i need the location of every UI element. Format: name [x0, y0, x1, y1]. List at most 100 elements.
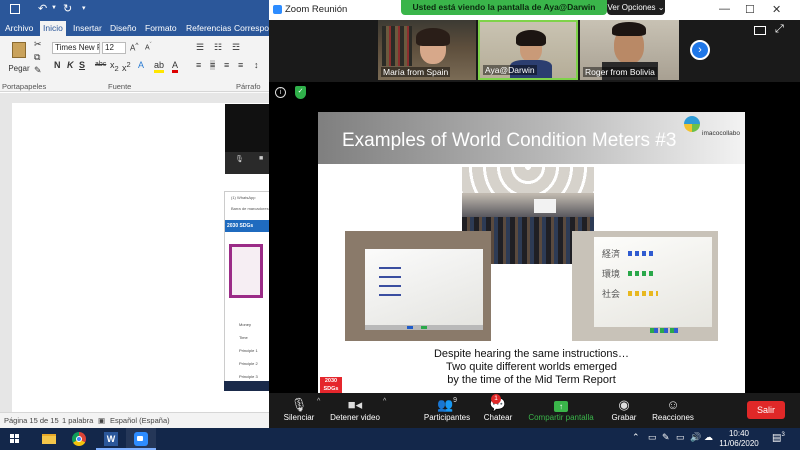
stop-video-button[interactable]: ■◂ Detener video	[329, 393, 381, 428]
video-tile-aya[interactable]: Aya@Darwin	[478, 20, 578, 80]
cut-icon[interactable]: ✂	[34, 39, 42, 50]
system-clock[interactable]: 10:40 11/06/2020	[716, 429, 762, 449]
fullscreen-icon[interactable]: ⤢	[775, 23, 784, 36]
next-page-button[interactable]: ›	[690, 40, 710, 60]
leave-button[interactable]: Salir	[747, 401, 785, 419]
italic-button[interactable]: K	[67, 60, 74, 70]
battery-icon[interactable]: ▭	[676, 432, 685, 443]
caption-line-1: Despite hearing the same instructions…	[433, 348, 630, 360]
onedrive-icon[interactable]: ☁	[704, 432, 713, 443]
share-banner: Usted está viendo la pantalla de Aya@Dar…	[401, 0, 607, 15]
word-count[interactable]: 1 palabra	[62, 416, 93, 425]
participant-name: María from Spain	[381, 67, 451, 77]
format-painter-icon[interactable]: ✎	[34, 65, 42, 76]
share-screen-button[interactable]: ↑ Compartir pantalla	[525, 393, 597, 428]
video-options-caret[interactable]: ^	[383, 398, 386, 405]
file-explorer-icon[interactable]	[34, 428, 64, 450]
mini-row-1: Money	[239, 322, 252, 327]
mute-options-caret[interactable]: ^	[317, 398, 320, 405]
kanji-society: 社会	[602, 290, 621, 300]
align-right-icon[interactable]: ≡	[224, 60, 229, 70]
pasted-zoom-toolbar: 🎙 ■	[225, 152, 270, 174]
font-color-icon[interactable]: A	[172, 60, 179, 73]
participants-button[interactable]: 👥9 Participantes	[421, 393, 473, 428]
page-count[interactable]: Página 15 de 15	[4, 416, 59, 425]
clock-time: 10:40	[728, 429, 750, 438]
slide-logo-icon	[684, 116, 700, 132]
line-spacing-icon[interactable]: ↕	[254, 60, 259, 70]
bold-button[interactable]: N	[54, 60, 61, 70]
mini-mic-icon: 🎙	[235, 156, 244, 163]
bullets-icon[interactable]: ☰	[196, 42, 204, 53]
align-left-icon[interactable]: ≡	[196, 60, 201, 70]
volume-icon[interactable]: 🔊	[690, 432, 701, 443]
underline-button[interactable]: S	[79, 60, 85, 70]
desktop: ↶ ▼ ↻ ▾ Archivo Inicio Insertar Diseño F…	[0, 0, 800, 450]
network-icon[interactable]: ▭	[648, 432, 657, 443]
grow-font-icon[interactable]: A^	[130, 42, 138, 53]
mini-row-5: Principle 3	[239, 374, 258, 379]
pen-icon[interactable]: ✎	[662, 432, 670, 443]
notifications-icon[interactable]: ▤3	[772, 432, 785, 443]
minimize-icon[interactable]: —	[719, 3, 730, 15]
window-title: Zoom Reunión	[285, 4, 348, 15]
text-effects-icon[interactable]: A	[138, 60, 144, 70]
font-name-box[interactable]: Times New R	[52, 42, 100, 54]
info-icon[interactable]: i	[275, 87, 286, 98]
tab-referencias[interactable]: Referencias	[183, 21, 234, 36]
video-tile-roger[interactable]: Roger from Bolivia	[580, 20, 679, 80]
tab-inicio[interactable]: Inicio	[40, 21, 66, 36]
justify-icon[interactable]: ≡	[238, 60, 243, 70]
font-size-box[interactable]: 12	[102, 42, 126, 54]
paste-button[interactable]: Pegar	[6, 40, 32, 78]
smiley-icon: ☺	[666, 397, 680, 412]
video-camera-icon: ■◂	[347, 397, 363, 412]
redo-icon[interactable]: ↻	[63, 2, 72, 15]
stop-video-label: Detener video	[330, 413, 380, 422]
mini-sdgs-bar: 2030 SDGs	[225, 220, 271, 232]
tab-formato[interactable]: Formato	[142, 21, 180, 36]
mute-button[interactable]: 🎙 Silenciar	[277, 393, 321, 428]
shrink-font-icon[interactable]: Aˇ	[145, 42, 152, 51]
multilevel-icon[interactable]: ☲	[232, 42, 240, 53]
undo-icon[interactable]: ↶	[38, 2, 47, 15]
copy-icon[interactable]: ⧉	[34, 52, 40, 63]
tab-diseno[interactable]: Diseño	[107, 21, 139, 36]
view-options-button[interactable]: Ver Opciones ⌄	[607, 0, 665, 15]
zoom-window: Zoom Reunión — ☐ ✕ Usted está viendo la …	[269, 0, 800, 428]
numbering-icon[interactable]: ☷	[214, 42, 222, 53]
strikethrough-button[interactable]: abc	[95, 61, 106, 68]
tab-insertar[interactable]: Insertar	[70, 21, 105, 36]
word-taskbar-icon[interactable]: W	[96, 428, 126, 450]
record-button[interactable]: ◉ Grabar	[607, 393, 641, 428]
word-statusbar: Página 15 de 15 1 palabra ▣ Español (Esp…	[0, 412, 270, 428]
windows-start-icon[interactable]	[0, 428, 30, 450]
spellcheck-icon[interactable]: ▣	[98, 416, 105, 425]
projector-screen	[534, 199, 556, 213]
marker-green	[421, 326, 427, 329]
tab-archivo[interactable]: Archivo	[2, 21, 36, 36]
mini-row-3: Principle 1	[239, 348, 258, 353]
align-center-icon[interactable]: ≡	[210, 60, 216, 70]
zoom-taskbar-icon[interactable]	[126, 428, 156, 450]
save-icon[interactable]	[10, 4, 20, 14]
language-status[interactable]: Español (España)	[110, 416, 170, 425]
chrome-icon[interactable]	[64, 428, 94, 450]
windows-taskbar: W ⌃ ▭ ✎ ▭ 🔊 ☁ 10:40 11/06/2020 ▤3	[0, 428, 800, 450]
video-tile-maria[interactable]: María from Spain	[378, 20, 476, 80]
chevron-down-icon: ⌄	[657, 3, 665, 12]
subscript-button[interactable]: x2	[110, 60, 119, 73]
reactions-button[interactable]: ☺ Reacciones	[651, 393, 695, 428]
maximize-icon[interactable]: ☐	[745, 3, 755, 16]
participant-hair	[612, 22, 646, 36]
undo-dropdown-icon[interactable]: ▼	[51, 5, 57, 11]
close-icon[interactable]: ✕	[772, 3, 781, 16]
chat-button[interactable]: 💬 1 Chatear	[481, 393, 515, 428]
gallery-view-icon[interactable]	[754, 26, 766, 35]
superscript-button[interactable]: x2	[122, 60, 131, 73]
security-shield-icon[interactable]: ✓	[295, 86, 306, 99]
highlight-icon[interactable]: ab	[154, 60, 165, 73]
show-hidden-icons[interactable]: ⌃	[632, 432, 640, 443]
customize-toolbar-icon[interactable]: ▾	[82, 4, 86, 12]
photo-whiteboard-right: 経済 環境 社会	[572, 231, 718, 341]
